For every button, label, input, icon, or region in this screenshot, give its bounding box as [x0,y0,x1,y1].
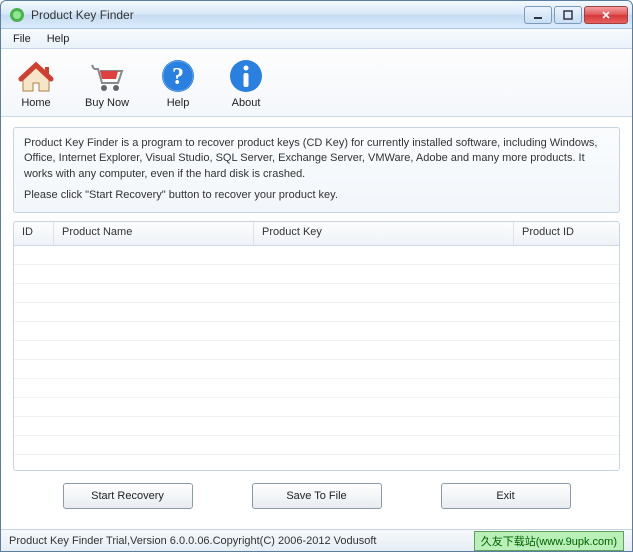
table-row [14,417,619,436]
info-text-1: Product Key Finder is a program to recov… [24,136,609,182]
table-row [14,398,619,417]
buynow-label: Buy Now [85,97,129,109]
app-icon [9,7,25,23]
app-window: Product Key Finder File Help Home Buy No… [0,0,633,552]
table-header: ID Product Name Product Key Product ID [14,222,619,246]
titlebar[interactable]: Product Key Finder [1,1,632,29]
toolbar: Home Buy Now ? Help About [1,49,632,117]
home-icon [17,57,55,95]
info-icon [227,57,265,95]
home-label: Home [21,97,50,109]
statusbar: Product Key Finder Trial,Version 6.0.0.0… [1,529,632,551]
button-row: Start Recovery Save To File Exit [13,483,620,519]
watermark: 久友下载站(www.9upk.com) [474,531,624,551]
help-icon: ? [159,57,197,95]
table-row [14,246,619,265]
table-row [14,379,619,398]
svg-text:?: ? [172,64,184,90]
menubar: File Help [1,29,632,49]
window-title: Product Key Finder [31,8,524,22]
maximize-button[interactable] [554,6,582,24]
table-row [14,341,619,360]
menu-help[interactable]: Help [39,31,78,47]
content-area: Product Key Finder is a program to recov… [1,117,632,529]
table-row [14,436,619,455]
table-row [14,360,619,379]
table-row [14,265,619,284]
cart-icon [88,57,126,95]
status-text: Product Key Finder Trial,Version 6.0.0.0… [9,535,474,547]
col-product-name[interactable]: Product Name [54,222,254,245]
table-row [14,284,619,303]
col-id[interactable]: ID [14,222,54,245]
about-button[interactable]: About [221,55,271,111]
table-row [14,303,619,322]
col-product-id[interactable]: Product ID [514,222,619,245]
info-text-2: Please click "Start Recovery" button to … [24,188,609,203]
window-controls [524,6,628,24]
table-row [14,322,619,341]
about-label: About [232,97,261,109]
table-body[interactable] [14,246,619,470]
home-button[interactable]: Home [11,55,61,111]
start-recovery-button[interactable]: Start Recovery [63,483,193,509]
col-product-key[interactable]: Product Key [254,222,514,245]
buynow-button[interactable]: Buy Now [79,55,135,111]
results-table: ID Product Name Product Key Product ID [13,221,620,471]
save-to-file-button[interactable]: Save To File [252,483,382,509]
menu-file[interactable]: File [5,31,39,47]
info-panel: Product Key Finder is a program to recov… [13,127,620,213]
help-button[interactable]: ? Help [153,55,203,111]
close-button[interactable] [584,6,628,24]
help-label: Help [167,97,190,109]
exit-button[interactable]: Exit [441,483,571,509]
minimize-button[interactable] [524,6,552,24]
